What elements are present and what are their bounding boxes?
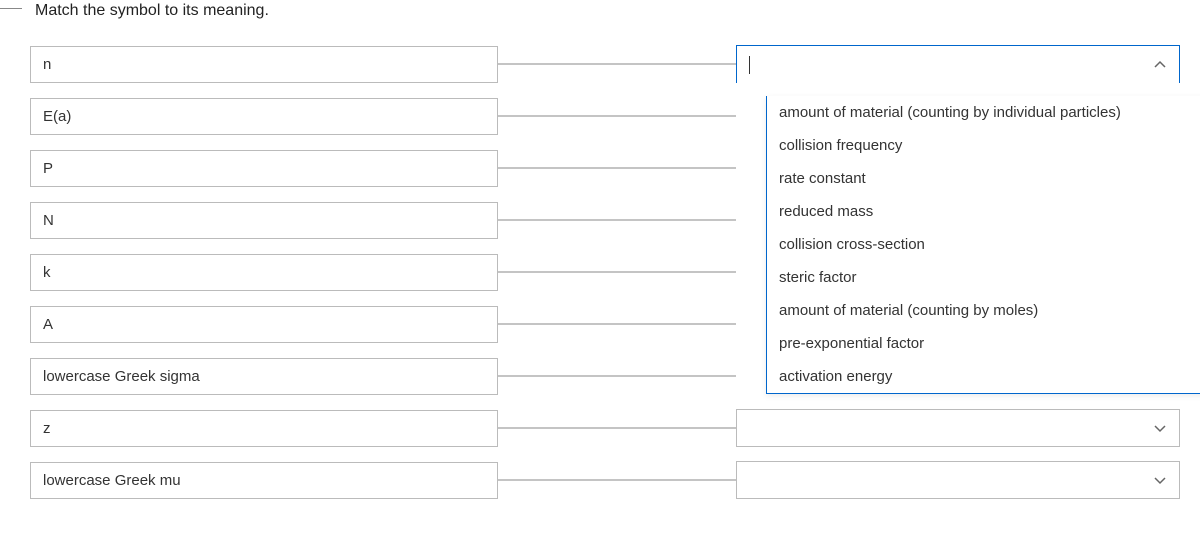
dropdown-option[interactable]: steric factor [767,261,1200,294]
connector-line [498,220,736,221]
connector-line [498,168,736,169]
question-prompt: Match the symbol to its meaning. [35,0,1180,20]
symbol-box: A [30,306,498,343]
dropdown-option[interactable]: amount of material (counting by moles) [767,294,1200,327]
symbol-box: lowercase Greek mu [30,462,498,499]
symbol-box: P [30,150,498,187]
matching-rows: n amount of material (counting by indivi… [30,45,1180,499]
symbol-box: n [30,46,498,83]
dropdown-options-panel: amount of material (counting by individu… [766,96,1200,394]
answer-dropdown-7[interactable] [736,409,1180,447]
dropdown-option[interactable]: collision cross-section [767,228,1200,261]
match-row: n [30,45,1180,83]
answer-dropdown-8[interactable] [736,461,1180,499]
chevron-down-icon [1153,421,1167,435]
connector-line [498,324,736,325]
dropdown-option[interactable]: activation energy [767,360,1200,393]
match-row: lowercase Greek mu [30,461,1180,499]
match-row: z [30,409,1180,447]
connector-line [498,376,736,377]
dropdown-option[interactable]: collision frequency [767,129,1200,162]
connector-line [498,480,736,481]
connector-line [498,64,736,65]
symbol-box: E(a) [30,98,498,135]
symbol-box: lowercase Greek sigma [30,358,498,395]
connector-line [498,428,736,429]
connector-line [498,116,736,117]
symbol-box: z [30,410,498,447]
answer-dropdown-0[interactable] [736,45,1180,83]
dropdown-option[interactable]: amount of material (counting by individu… [767,96,1200,129]
symbol-box: k [30,254,498,291]
chevron-down-icon [1153,473,1167,487]
connector-line [498,272,736,273]
dropdown-option[interactable]: pre-exponential factor [767,327,1200,360]
symbol-box: N [30,202,498,239]
chevron-up-icon [1153,58,1167,72]
dropdown-option[interactable]: rate constant [767,162,1200,195]
dropdown-option[interactable]: reduced mass [767,195,1200,228]
